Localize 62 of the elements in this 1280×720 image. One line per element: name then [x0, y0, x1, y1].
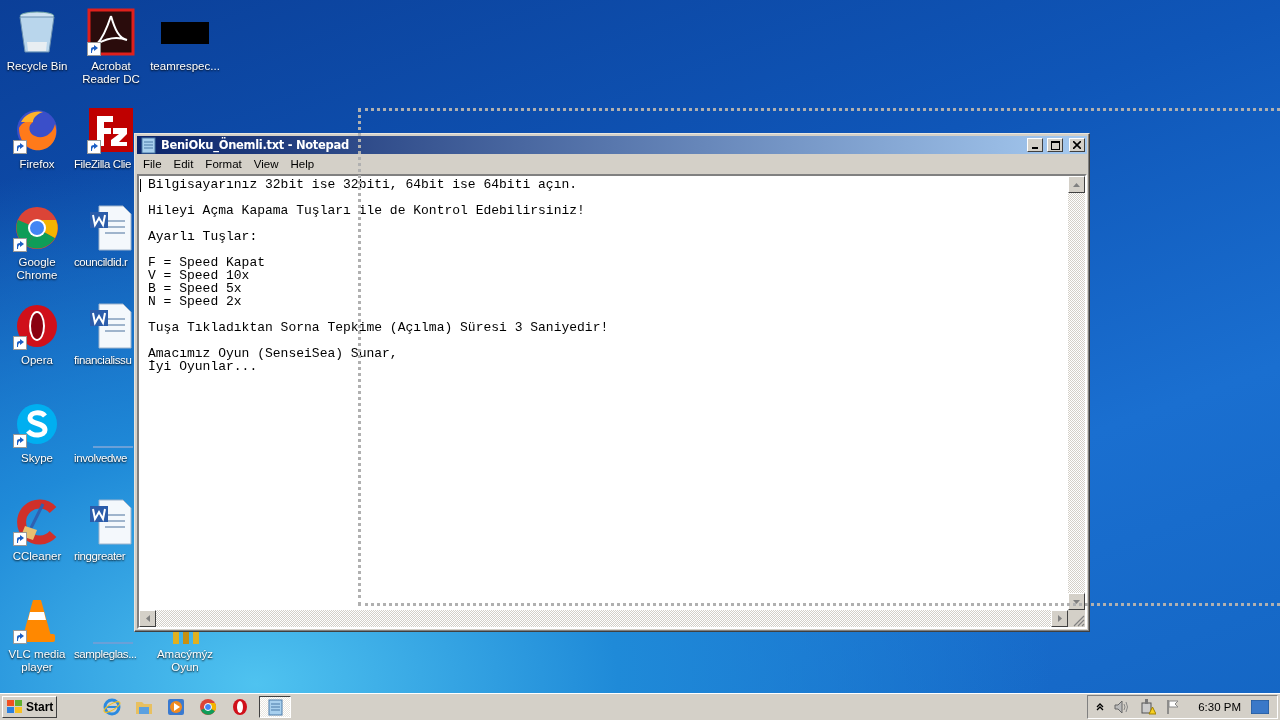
size-grip-icon[interactable] [1073, 615, 1085, 627]
text-caret [140, 179, 141, 192]
scroll-right-button[interactable] [1051, 610, 1068, 627]
left-arrow-icon [145, 615, 150, 622]
flag-icon [1166, 699, 1181, 715]
text-paragraph: Amacımız Oyun (SenseiSea) Sunar, İyi Oyunlar... [148, 347, 399, 373]
notepad-icon [139, 136, 157, 154]
menu-item[interactable]: File [137, 157, 168, 170]
text-paragraph: Ayarlı Tuşlar: [148, 230, 259, 243]
icon-label[interactable]: Firefox [19, 158, 55, 171]
horizontal-scrollbar[interactable] [139, 610, 1068, 627]
pdf-reader-icon [87, 8, 135, 56]
text-paragraph: F = Speed Kapat V = Speed 10x B = Speed 5x N = Speed 2x [148, 256, 267, 308]
icon-label[interactable]: financialissu [74, 354, 132, 367]
down-arrow-icon [1073, 599, 1080, 604]
icon-label[interactable]: Opera [21, 354, 53, 367]
icon-label[interactable]: Acrobat Reader DC [74, 60, 148, 86]
underline-icon [93, 642, 133, 644]
word-document-icon [87, 204, 135, 252]
vertical-scrollbar[interactable] [1068, 176, 1085, 610]
icon-label[interactable]: Skype [21, 452, 53, 465]
window-title: BeniOku_Önemli.txt - Notepad [161, 138, 350, 152]
icon-label[interactable]: FileZilla Clie [74, 158, 132, 171]
clock[interactable]: 6:30 PM [1198, 701, 1241, 713]
scroll-up-button[interactable] [1068, 176, 1085, 193]
icon-label[interactable]: Google Chrome [0, 256, 74, 282]
filezilla-icon [87, 106, 135, 154]
opera-icon [231, 698, 250, 716]
maximize-button[interactable] [1047, 138, 1063, 152]
start-button[interactable]: Start [2, 696, 58, 718]
right-arrow-icon [1057, 615, 1062, 622]
menu-item[interactable]: Help [284, 157, 321, 170]
underline-icon [93, 446, 133, 448]
scroll-left-button[interactable] [139, 610, 156, 627]
icon-label[interactable]: councildid.r [74, 256, 128, 269]
word-document-icon [87, 498, 135, 546]
maximize-icon [1050, 140, 1060, 150]
notepad-icon [266, 698, 285, 716]
internet-explorer-icon [103, 698, 122, 716]
menu-item[interactable]: Edit [167, 157, 200, 170]
speaker-icon [1114, 700, 1131, 714]
close-icon [1073, 141, 1081, 149]
icon-label[interactable]: Recycle Bin [6, 60, 68, 73]
word-document-icon [87, 302, 135, 350]
chrome-icon [199, 698, 218, 716]
text-paragraph: Tuşa Tıkladıktan Sorna Tepkime (Açılma) Süresi 3 Saniyedir! [148, 321, 610, 334]
media-player-icon [167, 698, 186, 716]
close-button[interactable] [1069, 138, 1085, 152]
network-warning-icon [1140, 699, 1157, 715]
up-arrow-icon [1073, 182, 1080, 187]
windows-logo-icon [6, 699, 24, 715]
text-paragraph: Bilgisayarınız 32bit ise 32biti, 64bit ise 64biti açın. [148, 178, 579, 191]
menu-item[interactable]: Format [199, 157, 248, 170]
taskbar-button[interactable] [259, 696, 292, 718]
menu-item[interactable]: View [247, 157, 285, 170]
icon-label[interactable]: teamrespec... [150, 60, 220, 73]
icon-label[interactable]: involvedwe [74, 452, 127, 465]
minimize-button[interactable] [1027, 138, 1043, 152]
chevron-up-icon [1096, 703, 1105, 711]
scroll-down-button[interactable] [1068, 593, 1085, 610]
text-paragraph: Hileyi Açma Kapama Tuşları ile de Kontrol Edebilirsiniz! [148, 204, 586, 217]
chrome-icon [13, 204, 61, 252]
